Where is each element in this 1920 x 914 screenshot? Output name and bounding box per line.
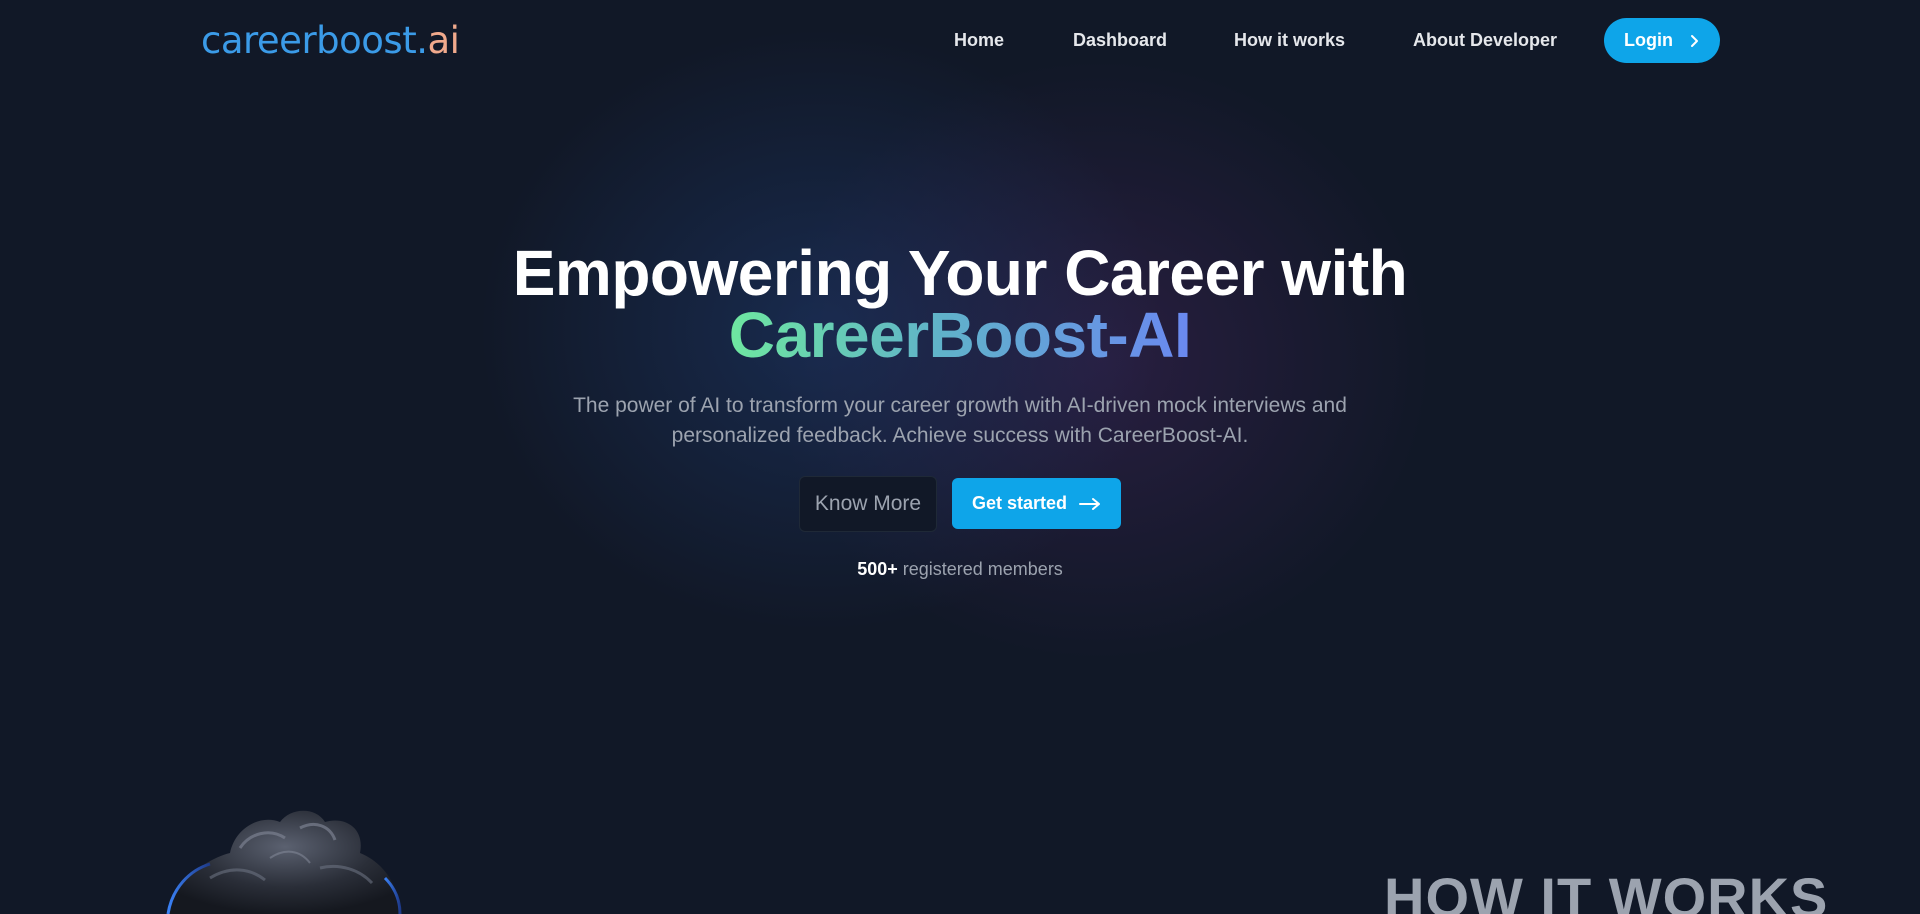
login-button-label: Login xyxy=(1624,30,1673,50)
top-navigation: careerboost.ai Home Dashboard How it wor… xyxy=(0,0,1920,82)
how-it-works-heading: HOW IT WORKS xyxy=(1384,866,1829,914)
chevron-right-icon xyxy=(1690,34,1698,47)
nav-link-home[interactable]: Home xyxy=(954,28,1004,52)
members-count: 500+ xyxy=(857,559,898,579)
hero-title-brand: CareerBoost-AI xyxy=(728,299,1192,371)
get-started-button[interactable]: Get started xyxy=(952,478,1121,529)
hero-subtitle: The power of AI to transform your career… xyxy=(573,394,1347,447)
hero-title: Empowering Your Career with CareerBoost-… xyxy=(0,237,1920,371)
members-label: registered members xyxy=(902,559,1063,579)
nav-link-about-developer[interactable]: About Developer xyxy=(1413,28,1557,52)
logo-text: careerboost xyxy=(201,19,417,62)
mascot-illustration xyxy=(166,810,402,914)
registered-members: 500+ registered members xyxy=(0,558,1920,580)
logo-suffix: ai xyxy=(427,19,460,62)
login-button[interactable]: Login xyxy=(1604,18,1720,63)
nav-link-how-it-works[interactable]: How it works xyxy=(1234,28,1345,52)
arrow-right-icon xyxy=(1079,497,1101,510)
logo-link[interactable]: careerboost.ai xyxy=(201,18,460,64)
background-glow xyxy=(0,0,1920,914)
logo-dot: . xyxy=(416,19,428,62)
know-more-button[interactable]: Know More xyxy=(799,476,937,532)
hero-title-line-1: Empowering Your Career with xyxy=(512,237,1408,309)
get-started-label: Get started xyxy=(971,493,1068,513)
nav-link-dashboard[interactable]: Dashboard xyxy=(1073,28,1167,52)
